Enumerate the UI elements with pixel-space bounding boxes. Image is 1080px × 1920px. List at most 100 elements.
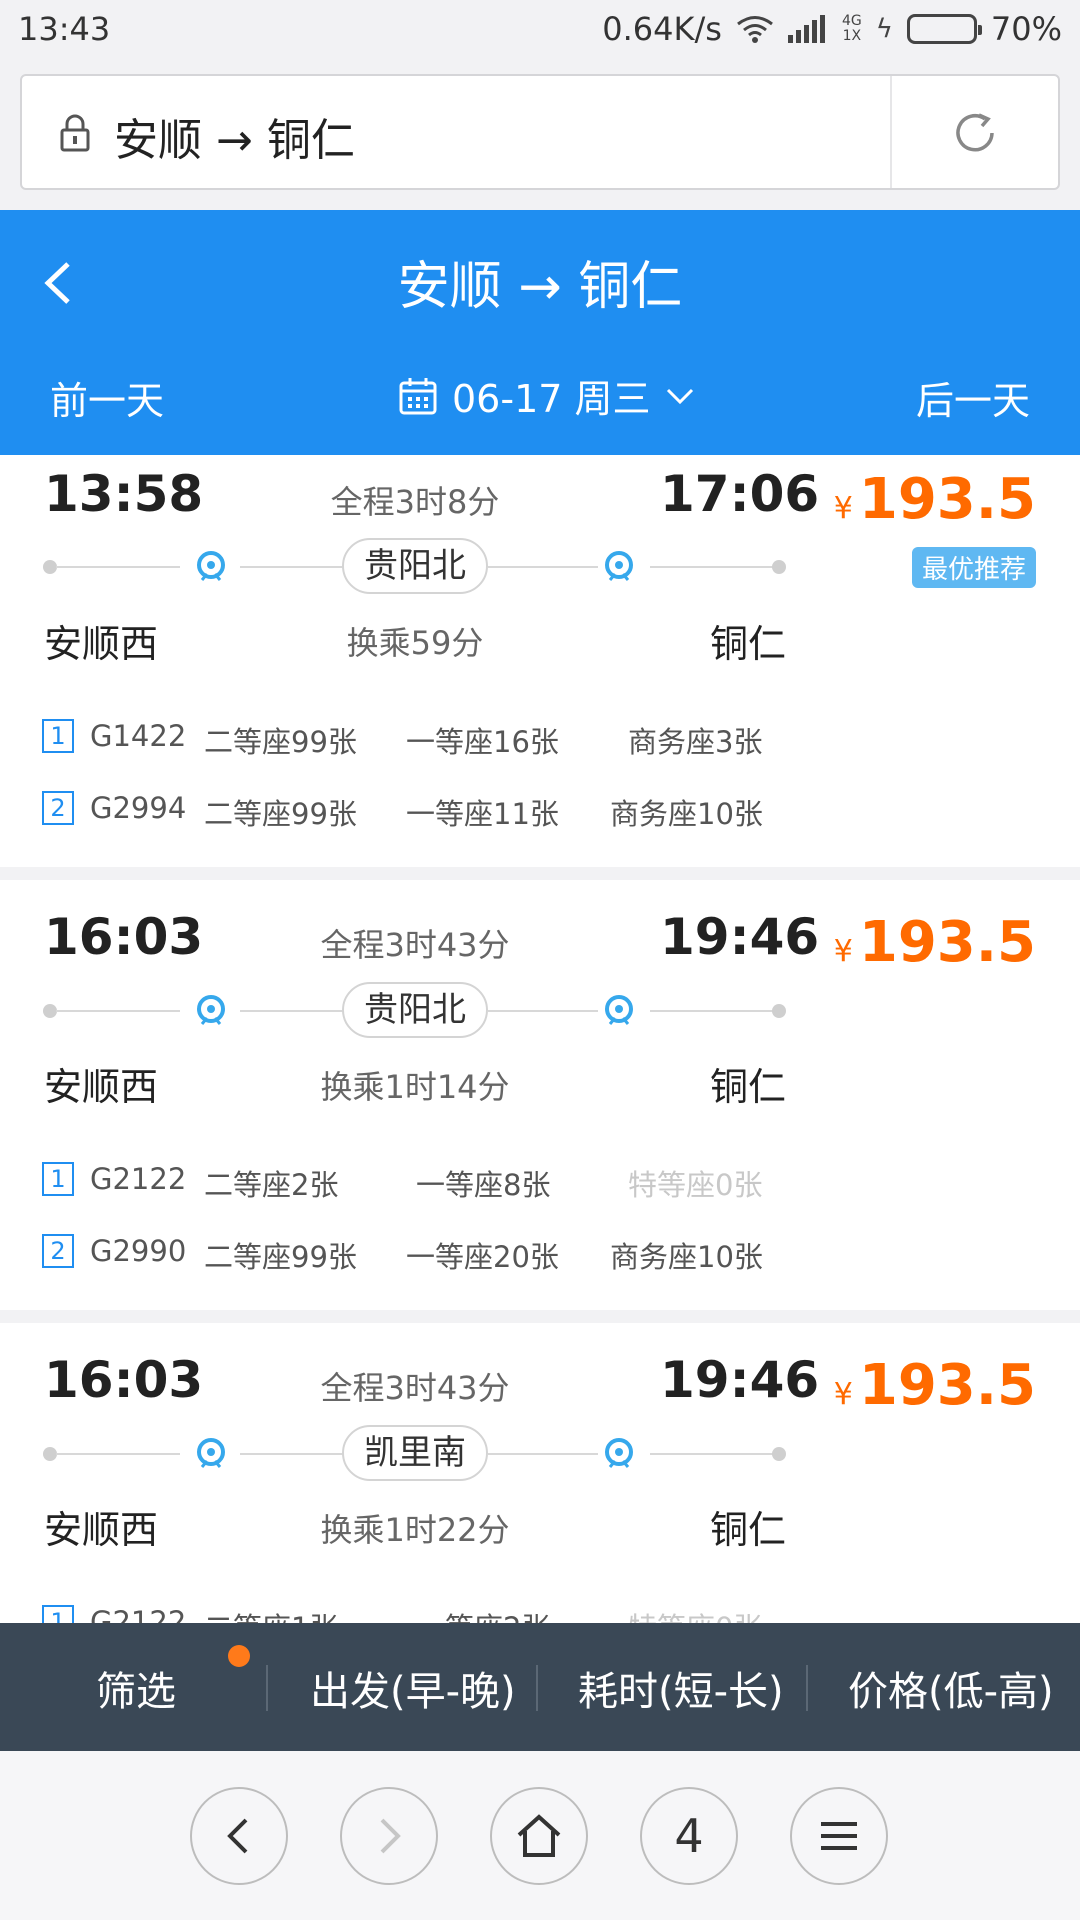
route-line <box>650 1010 774 1012</box>
station-icon <box>197 551 225 581</box>
calendar-icon <box>399 377 437 414</box>
route-line <box>650 1453 774 1455</box>
leg-number: 2 <box>42 1234 74 1268</box>
trip-card[interactable]: 16:03 全程3时43分 19:46 ¥193.5 贵阳北 安顺西 换乘1时1… <box>0 880 1080 1310</box>
station-icon <box>605 551 633 581</box>
train-leg: 1 G2122 二等座2张 一等座8张 特等座0张 <box>40 1160 800 1202</box>
filter-button[interactable]: 筛选 <box>96 1659 176 1717</box>
seat-info: 一等座11张 <box>406 797 559 831</box>
app-header: 安顺 → 铜仁 前一天 06-17 周三 后一天 <box>0 210 1080 455</box>
leg-number: 2 <box>42 791 74 825</box>
seat-info: 商务座10张 <box>610 1240 763 1274</box>
to-station: 铜仁 <box>710 622 787 666</box>
route-line <box>56 1453 180 1455</box>
route-start-dot <box>43 560 57 574</box>
route-line <box>488 1010 598 1012</box>
train-leg: 1 G1422 二等座99张 一等座16张 商务座3张 <box>40 717 800 759</box>
train-number: G1422 <box>90 719 187 753</box>
browser-nav: 4 <box>0 1751 1080 1920</box>
status-indicators: 0.64K/s 4G 1X ϟ 70% <box>602 10 1062 48</box>
seat-info: 二等座2张 <box>204 1168 339 1202</box>
depart-time: 13:58 <box>44 465 204 523</box>
home-icon <box>517 1814 561 1857</box>
seat-info: 商务座10张 <box>610 797 763 831</box>
filter-active-dot <box>228 1645 250 1667</box>
from-station: 安顺西 <box>44 622 159 666</box>
battery-icon <box>906 14 982 44</box>
seat-info: 二等座99张 <box>204 797 357 831</box>
route-end-dot <box>772 1004 786 1018</box>
train-leg: 2 G2990 二等座99张 一等座20张 商务座10张 <box>40 1232 800 1274</box>
to-station: 铜仁 <box>710 1508 787 1552</box>
trip-card[interactable]: 16:03 全程3时43分 19:46 ¥193.5 凯里南 安顺西 换乘1时2… <box>0 1323 1080 1623</box>
next-day-button[interactable]: 后一天 <box>916 370 1030 425</box>
seat-info: 二等座99张 <box>204 725 357 759</box>
sort-price-button[interactable]: 价格(低-高) <box>848 1659 1054 1717</box>
seat-info: 一等座8张 <box>416 1168 551 1202</box>
arrive-time: 17:06 <box>660 465 820 523</box>
url-title[interactable]: 安顺 → 铜仁 <box>114 104 355 168</box>
route-start-dot <box>43 1447 57 1461</box>
nav-forward-button[interactable] <box>340 1787 438 1885</box>
from-station: 安顺西 <box>44 1065 159 1109</box>
charging-icon: ϟ <box>875 14 893 44</box>
seat-info: 特等座0张 <box>628 1605 762 1623</box>
lock-icon <box>60 114 90 152</box>
route-line <box>650 566 774 568</box>
page-title: 安顺 → 铜仁 <box>397 257 683 317</box>
train-number: G2994 <box>90 791 187 825</box>
route-line <box>56 566 180 568</box>
route-end-dot <box>772 560 786 574</box>
route-start-dot <box>43 1004 57 1018</box>
leg-number: 1 <box>42 719 74 753</box>
url-divider <box>890 76 892 188</box>
station-icon <box>197 1438 225 1468</box>
refresh-icon[interactable] <box>952 110 998 156</box>
leg-number: 1 <box>42 1162 74 1196</box>
currency-symbol: ¥ <box>833 1377 853 1412</box>
sort-divider <box>806 1665 808 1711</box>
currency-symbol: ¥ <box>833 934 853 969</box>
transfer-station: 贵阳北 <box>342 982 488 1038</box>
route-line <box>56 1010 180 1012</box>
signal-icon <box>787 15 828 43</box>
route-line <box>240 1453 344 1455</box>
currency-symbol: ¥ <box>833 491 853 526</box>
price: ¥193.5 <box>834 467 1036 532</box>
route-line <box>488 566 598 568</box>
seat-info: 一等座20张 <box>406 1240 559 1274</box>
date-selector[interactable]: 06-17 周三 <box>398 368 695 423</box>
depart-time: 16:03 <box>44 908 204 966</box>
total-duration: 全程3时8分 <box>330 483 500 521</box>
price-value: 193.5 <box>858 1353 1036 1418</box>
seat-info: 商务座3张 <box>628 725 763 759</box>
sort-depart-button[interactable]: 出发(早-晚) <box>310 1659 516 1717</box>
nav-forward-icon <box>380 1818 401 1854</box>
arrive-time: 19:46 <box>660 1351 820 1409</box>
date-label: 06-17 周三 <box>452 377 651 421</box>
trip-card[interactable]: 13:58 全程3时8分 17:06 ¥193.5 最优推荐 贵阳北 安顺西 换… <box>0 455 1080 867</box>
url-bar[interactable]: 安顺 → 铜仁 <box>20 74 1060 190</box>
transfer-wait: 换乘59分 <box>346 624 484 662</box>
to-station: 铜仁 <box>710 1065 787 1109</box>
route-line <box>240 566 344 568</box>
transfer-station: 凯里南 <box>342 1425 488 1481</box>
price-value: 193.5 <box>858 467 1036 532</box>
station-icon <box>197 995 225 1025</box>
menu-button[interactable] <box>790 1787 888 1885</box>
depart-time: 16:03 <box>44 1351 204 1409</box>
tabs-button[interactable]: 4 <box>640 1787 738 1885</box>
prev-day-button[interactable]: 前一天 <box>50 370 164 425</box>
price: ¥193.5 <box>834 1353 1036 1418</box>
nav-back-icon <box>227 1818 248 1854</box>
total-duration: 全程3时43分 <box>320 1369 510 1407</box>
home-button[interactable] <box>490 1787 588 1885</box>
network-type-bottom: 1X <box>842 28 862 44</box>
nav-back-button[interactable] <box>190 1787 288 1885</box>
train-number: G2122 <box>90 1605 187 1623</box>
sort-duration-button[interactable]: 耗时(短-长) <box>578 1659 784 1717</box>
transfer-wait: 换乘1时14分 <box>320 1068 510 1106</box>
price: ¥193.5 <box>834 910 1036 975</box>
trip-list: 13:58 全程3时8分 17:06 ¥193.5 最优推荐 贵阳北 安顺西 换… <box>0 455 1080 1623</box>
network-type-top: 4G <box>841 13 862 29</box>
